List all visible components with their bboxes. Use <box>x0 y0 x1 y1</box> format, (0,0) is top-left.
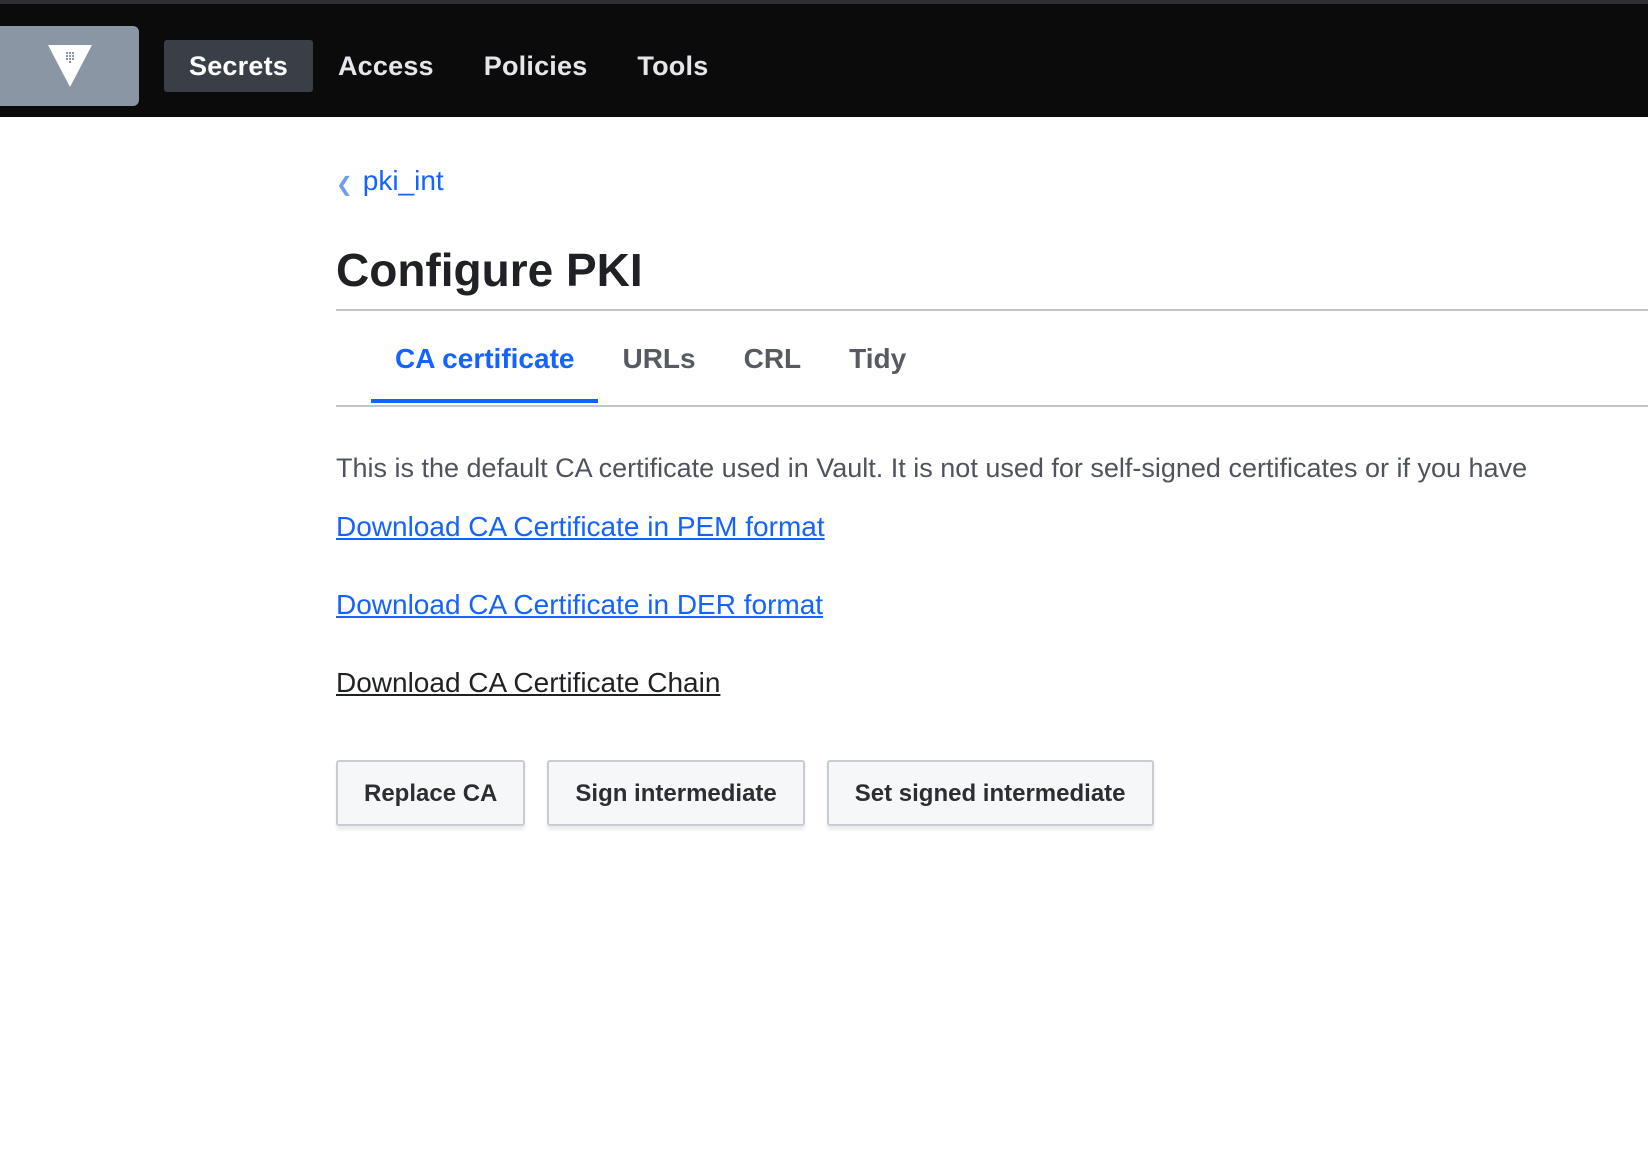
tab-tidy[interactable]: Tidy <box>825 319 930 399</box>
tabs-divider <box>336 405 1648 407</box>
page-title: Configure PKI <box>336 244 643 296</box>
ca-description: This is the default CA certificate used … <box>336 453 1528 483</box>
vault-logo-button[interactable] <box>0 26 139 106</box>
title-divider <box>336 309 1648 311</box>
tab-crl[interactable]: CRL <box>720 319 826 399</box>
chevron-left-icon: ❮ <box>336 173 353 196</box>
top-navigation-bar: Secrets Access Policies Tools <box>0 0 1648 117</box>
download-chain-link[interactable]: Download CA Certificate Chain <box>336 667 720 699</box>
breadcrumb-link-pki-int[interactable]: pki_int <box>363 165 444 197</box>
config-tabs: CA certificate URLs CRL Tidy <box>371 319 930 403</box>
nav-item-tools[interactable]: Tools <box>612 40 733 92</box>
tab-ca-certificate[interactable]: CA certificate <box>371 319 599 403</box>
sign-intermediate-button[interactable]: Sign intermediate <box>547 760 805 826</box>
set-signed-intermediate-button[interactable]: Set signed intermediate <box>826 760 1154 826</box>
main-nav: Secrets Access Policies Tools <box>164 40 733 92</box>
nav-item-secrets[interactable]: Secrets <box>164 40 313 92</box>
vault-logo-icon <box>47 45 92 87</box>
download-pem-link[interactable]: Download CA Certificate in PEM format <box>336 511 825 543</box>
nav-item-policies[interactable]: Policies <box>459 40 613 92</box>
ca-actions: Replace CA Sign intermediate Set signed … <box>336 760 1176 826</box>
tab-urls[interactable]: URLs <box>598 319 719 399</box>
download-der-link[interactable]: Download CA Certificate in DER format <box>336 589 823 621</box>
nav-item-access[interactable]: Access <box>313 40 459 92</box>
breadcrumb[interactable]: ❮ pki_int <box>336 165 444 197</box>
replace-ca-button[interactable]: Replace CA <box>336 760 526 826</box>
